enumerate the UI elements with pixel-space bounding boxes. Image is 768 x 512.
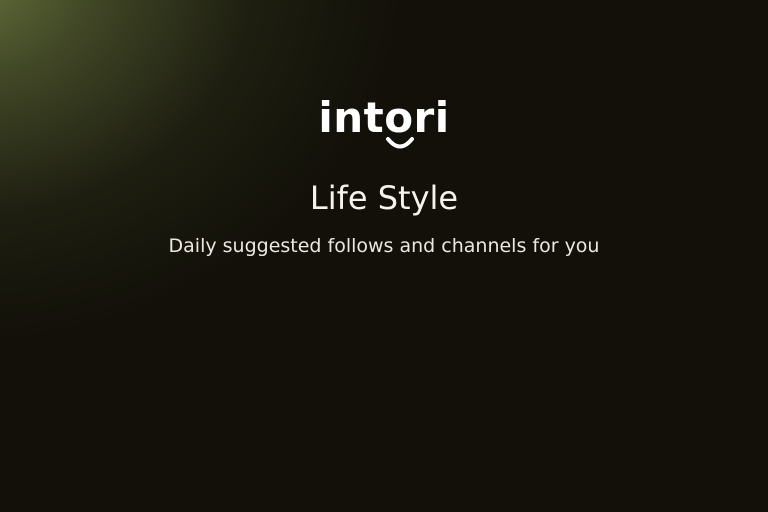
- splash-screen: intori Life Style Daily suggested follow…: [0, 0, 768, 512]
- logo-smile-icon: [386, 137, 414, 149]
- category-title: Life Style: [309, 179, 459, 217]
- category-subtitle: Daily suggested follows and channels for…: [168, 235, 600, 257]
